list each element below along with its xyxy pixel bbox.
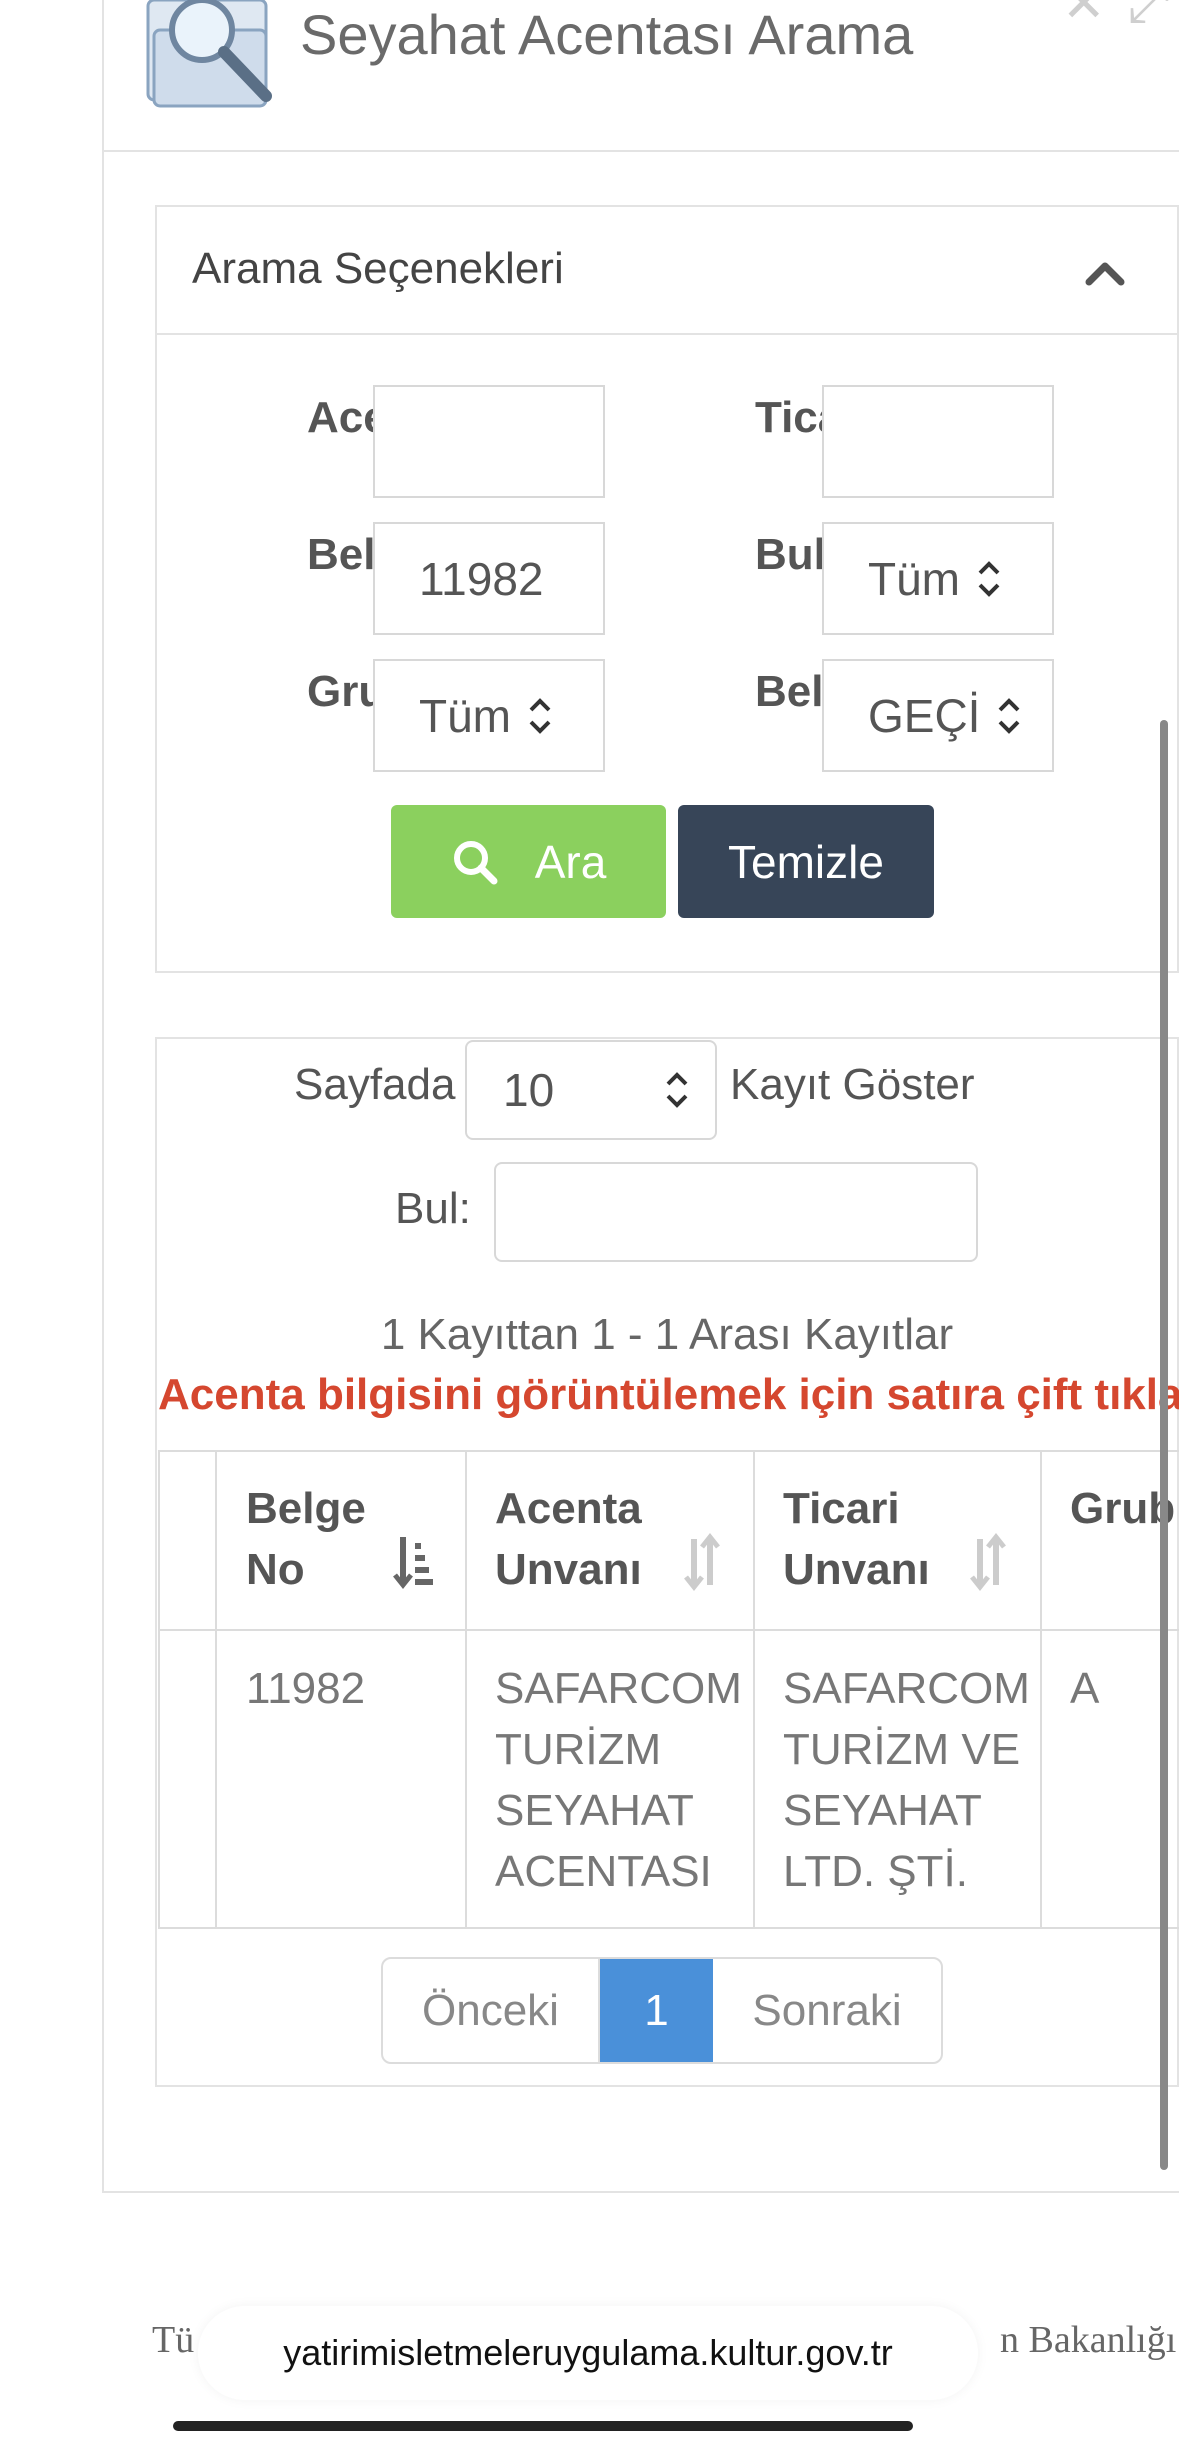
column-divider [465,1450,467,1929]
cell-ticari-unvani: SAFARCOM TURİZM VE SEYAHAT LTD. ŞTİ. [783,1664,1030,1896]
column-header-belge-no[interactable]: Belge No [246,1478,366,1600]
footer-text-right: n Bakanlığı [1000,2319,1177,2361]
find-input[interactable] [494,1162,978,1262]
pagination: Önceki 1 Sonraki [381,1957,943,2064]
footer-text-left: Tü [152,2319,195,2361]
select-arrows-icon [666,1072,688,1108]
page-size-select[interactable]: 10 [465,1040,717,1140]
search-icon [453,840,498,884]
cell-belge-no: 11982 [246,1664,366,1713]
window-title: Seyahat Acentası Arama [300,3,914,66]
header-divider [102,150,1179,152]
search-options-title[interactable]: Arama Seçenekleri [192,244,564,294]
ticari-unvani-input[interactable] [822,385,1054,498]
belge-no-input[interactable]: 11982 [373,522,605,635]
find-label: Bul: [395,1184,471,1233]
cell-grup: A [1070,1664,1100,1713]
column-divider [215,1450,217,1929]
page-size-prefix: Sayfada [294,1060,456,1109]
column-header-acenta-unvani[interactable]: Acenta Unvanı [495,1478,642,1600]
sort-both-icon[interactable] [682,1533,722,1591]
column-header-ticari-unvani[interactable]: Ticari Unvanı [783,1478,930,1600]
page-size-suffix: Kayıt Göster [730,1060,975,1109]
expand-icon[interactable]: ⤢ [1128,0,1170,35]
ticari-unvani-label: Ticari Unvanı [755,393,823,442]
acente-unvani-input[interactable] [373,385,605,498]
search-folder-icon [146,0,272,108]
search-button[interactable]: Ara [391,805,666,918]
chevron-up-icon[interactable] [1085,252,1125,292]
next-page-button[interactable]: Sonraki [713,1959,941,2062]
address-bar[interactable]: yatirimisletmeleruygulama.kultur.gov.tr [198,2306,978,2400]
address-bar-url: yatirimisletmeleruygulama.kultur.gov.tr [283,2332,893,2373]
sort-ascending-icon[interactable] [393,1533,433,1591]
prev-page-button[interactable]: Önceki [383,1959,600,2062]
select-arrows-icon [978,560,1000,597]
home-indicator[interactable] [173,2421,913,2431]
sort-both-icon[interactable] [968,1533,1008,1591]
column-divider [1040,1450,1042,1929]
search-options-divider [155,333,1179,335]
page-1-button[interactable]: 1 [600,1959,713,2062]
scrollbar[interactable] [1160,720,1168,2170]
clear-button-label: Temizle [728,835,884,888]
close-icon[interactable]: ✕ [1062,0,1106,34]
select-arrows-icon [529,697,551,734]
column-divider [753,1450,755,1929]
acente-unvani-label: Acente Unvanı [307,393,375,442]
results-info: 1 Kayıttan 1 - 1 Arası Kayıtlar [380,1310,954,1359]
grup-select[interactable]: Tüm [373,659,605,772]
bulundugu-il-select[interactable]: Tüm [822,522,1054,635]
cell-acenta-unvani: SAFARCOM TURİZM SEYAHAT ACENTASI [495,1664,742,1896]
belge-durumu-label: Belge Durumu [755,667,823,716]
bulundugu-il-label: Bulunduğu İl [755,530,823,579]
grup-label: Grup [307,667,375,716]
belge-durumu-select[interactable]: GEÇİ [822,659,1054,772]
search-button-label: Ara [534,835,607,888]
clear-button[interactable]: Temizle [678,805,934,918]
belge-no-label: Belge Numarası [307,530,375,579]
select-arrows-icon [999,697,1020,734]
double-click-hint: Acenta bilgisini görüntülemek için satır… [158,1370,1179,1419]
table-header-divider [158,1629,1179,1631]
